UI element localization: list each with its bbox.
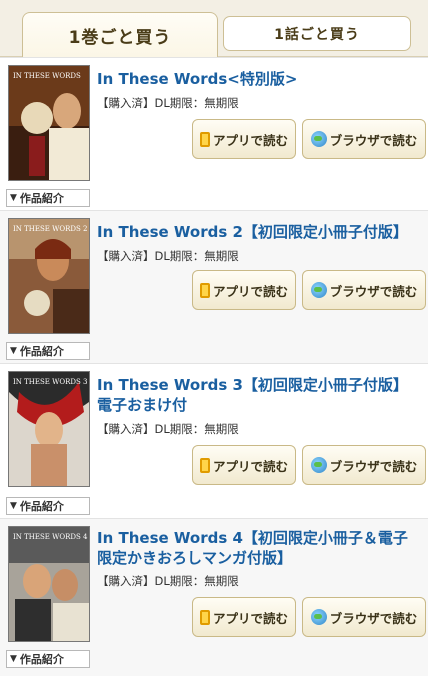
book-title-link[interactable]: In These Words 2【初回限定小冊子付版】	[97, 222, 421, 242]
purchase-status: 【購入済】DL期限：無期限	[97, 574, 239, 588]
triangle-down-icon: ▼	[10, 654, 17, 664]
intro-label: 作品紹介	[19, 192, 64, 205]
read-in-browser-label: ブラウザで読む	[329, 283, 418, 299]
book-cover-image[interactable]: IN THESE WORDS 4	[8, 526, 90, 642]
intro-toggle-button[interactable]: ▼ 作品紹介	[6, 189, 90, 207]
purchase-status: 【購入済】DL期限：無期限	[97, 96, 239, 110]
globe-icon	[310, 457, 327, 473]
book-cover-image[interactable]: IN THESE WORDS 3	[8, 371, 90, 487]
book-list-item: IN THESE WORDS 2 ▼ 作品紹介 In These Words 2【…	[0, 210, 428, 363]
read-in-app-label: アプリで読む	[212, 283, 288, 299]
intro-label: 作品紹介	[19, 500, 64, 513]
globe-icon	[310, 131, 327, 147]
phone-icon	[199, 282, 210, 298]
book-title-link[interactable]: In These Words 3【初回限定小冊子付版】電子おまけ付	[97, 375, 421, 415]
book-list-item: IN THESE WORDS ▼ 作品紹介 In These Words<特別版>…	[0, 57, 428, 210]
read-in-app-button[interactable]: アプリで読む	[192, 119, 296, 159]
read-in-app-button[interactable]: アプリで読む	[192, 270, 296, 310]
intro-toggle-button[interactable]: ▼ 作品紹介	[6, 650, 90, 668]
book-list-item: IN THESE WORDS 4 ▼ 作品紹介 In These Words 4【…	[0, 518, 428, 676]
intro-toggle-button[interactable]: ▼ 作品紹介	[6, 497, 90, 515]
intro-label: 作品紹介	[19, 653, 64, 666]
triangle-down-icon: ▼	[10, 193, 17, 203]
read-in-browser-label: ブラウザで読む	[329, 610, 418, 626]
svg-text:IN THESE WORDS 4: IN THESE WORDS 4	[13, 533, 88, 541]
book-title-link[interactable]: In These Words<特別版>	[97, 69, 421, 89]
read-in-browser-button[interactable]: ブラウザで読む	[302, 597, 426, 637]
book-cover-image[interactable]: IN THESE WORDS 2	[8, 218, 90, 334]
svg-text:IN THESE WORDS 3: IN THESE WORDS 3	[13, 378, 87, 386]
book-cover-image[interactable]: IN THESE WORDS	[8, 65, 90, 181]
tab-buy-by-volume[interactable]: 1巻ごと買う	[22, 12, 218, 57]
svg-text:IN THESE WORDS: IN THESE WORDS	[13, 72, 81, 80]
globe-icon	[310, 282, 327, 298]
triangle-down-icon: ▼	[10, 346, 17, 356]
read-in-app-button[interactable]: アプリで読む	[192, 597, 296, 637]
read-in-browser-button[interactable]: ブラウザで読む	[302, 270, 426, 310]
book-title-link[interactable]: In These Words 4【初回限定小冊子＆電子限定かきおろしマンガ付版】	[97, 528, 421, 568]
triangle-down-icon: ▼	[10, 501, 17, 511]
read-in-app-label: アプリで読む	[212, 610, 288, 626]
read-in-app-label: アプリで読む	[212, 458, 288, 474]
read-in-browser-label: ブラウザで読む	[329, 132, 418, 148]
read-in-browser-label: ブラウザで読む	[329, 458, 418, 474]
read-in-app-button[interactable]: アプリで読む	[192, 445, 296, 485]
intro-toggle-button[interactable]: ▼ 作品紹介	[6, 342, 90, 360]
read-in-browser-button[interactable]: ブラウザで読む	[302, 119, 426, 159]
intro-label: 作品紹介	[19, 345, 64, 358]
book-list-item: IN THESE WORDS 3 ▼ 作品紹介 In These Words 3【…	[0, 363, 428, 518]
globe-icon	[310, 609, 327, 625]
read-in-app-label: アプリで読む	[212, 132, 288, 148]
phone-icon	[199, 457, 210, 473]
purchase-status: 【購入済】DL期限：無期限	[97, 249, 239, 263]
tab-buy-by-episode[interactable]: 1話ごと買う	[223, 16, 411, 51]
purchase-status: 【購入済】DL期限：無期限	[97, 422, 239, 436]
phone-icon	[199, 131, 210, 147]
read-in-browser-button[interactable]: ブラウザで読む	[302, 445, 426, 485]
phone-icon	[199, 609, 210, 625]
volume-tab-bar: 1巻ごと買う 1話ごと買う	[0, 0, 428, 57]
svg-text:IN THESE WORDS 2: IN THESE WORDS 2	[13, 225, 87, 233]
